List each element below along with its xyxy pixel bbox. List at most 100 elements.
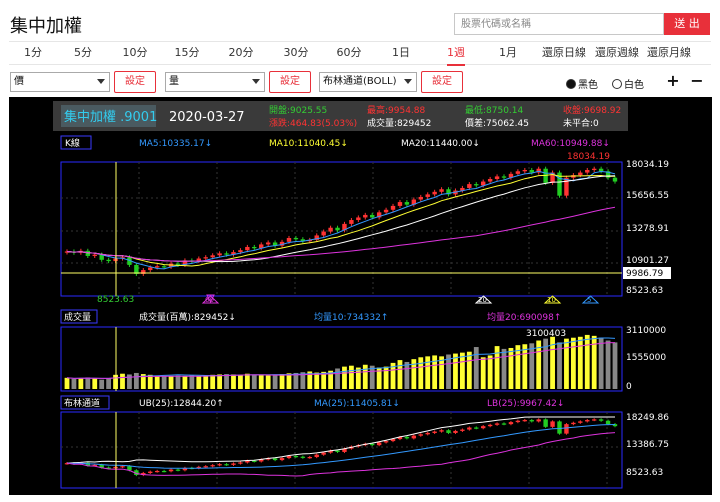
boll-candle-body (494, 423, 500, 425)
candle-body (175, 263, 181, 265)
price-tick: 15656.55 (626, 191, 669, 201)
zoom-out-button[interactable]: − (686, 70, 708, 92)
boll-candle-body (203, 466, 208, 468)
candle-body (425, 194, 430, 197)
candle-body (529, 170, 534, 173)
ma-marker-label: 60 (205, 296, 214, 304)
quote-date: 2020-03-27 (169, 110, 245, 125)
boll-candle-body (557, 421, 562, 434)
volume-bar (244, 373, 250, 389)
boll-candle-body (286, 456, 292, 459)
ma-marker-label: 5 (587, 296, 591, 304)
boll-candle-body (161, 470, 167, 473)
ma5-value: MA5:10335.17↓ (139, 139, 212, 149)
boll-candle-body (217, 464, 222, 466)
tab-11[interactable]: 還原週線 (595, 42, 639, 66)
submit-button[interactable]: 送 出 (664, 13, 710, 35)
volume-bar (85, 377, 91, 389)
tab-10[interactable]: 還原日線 (542, 42, 586, 66)
boll-candle-body (501, 423, 507, 425)
ma-line-20 (66, 175, 616, 263)
boll-tick: 18249.86 (626, 413, 669, 423)
chevron-down-icon (404, 79, 412, 84)
kline-panel (60, 161, 623, 297)
min-price-label: 8523.63 (97, 295, 134, 305)
volume-bar (154, 375, 160, 389)
volume-bar (529, 343, 535, 389)
boll-tick: 13386.75 (626, 440, 669, 450)
candle-body (474, 184, 479, 186)
boll-band-lb (66, 432, 616, 477)
boll-candle-body (321, 452, 326, 455)
theme-white-radio[interactable]: 白色 (612, 76, 644, 91)
tab-3[interactable]: 15分 (175, 42, 200, 66)
volume-bar (369, 365, 375, 389)
volume-bar (203, 375, 209, 389)
indicator-settings-button[interactable]: 設定 (421, 71, 463, 93)
stock-chart-app: 集中加權 送 出 1分5分10分15分20分30分60分1日1週1月還原日線還原… (0, 0, 720, 502)
boll-candle-body (550, 421, 555, 427)
chart-svg[interactable]: 集中加權 .9001 2020-03-27 開盤:9025.55 最高:9954… (9, 97, 712, 495)
volume-bar (161, 375, 167, 389)
theme-black-radio[interactable]: 黑色 (566, 76, 598, 91)
tab-12[interactable]: 還原月線 (647, 42, 691, 66)
candle-body (217, 253, 222, 256)
price-tick: 13278.91 (626, 224, 669, 234)
page-title: 集中加權 (10, 16, 82, 37)
candle-body (328, 227, 333, 232)
candle-body (321, 231, 326, 236)
search-input[interactable] (454, 13, 664, 35)
volume-tick: 0 (626, 382, 632, 392)
tab-7[interactable]: 1日 (392, 42, 410, 66)
price-settings-button[interactable]: 設定 (114, 71, 156, 93)
volume-bar (453, 353, 458, 389)
volume-bar (439, 356, 444, 389)
tab-2[interactable]: 10分 (123, 42, 148, 66)
volume-bar (355, 367, 361, 389)
tab-0[interactable]: 1分 (24, 42, 42, 66)
boll-candle-body (460, 429, 465, 431)
indicator-select-value: 布林通道(BOLL) (323, 76, 397, 87)
candle-body (432, 191, 437, 195)
volume-ma20: 均量20:690098↑ (487, 311, 561, 323)
boll-candle-body (481, 426, 486, 429)
indicator-select[interactable]: 布林通道(BOLL) (319, 72, 417, 92)
boll-candle-body (383, 441, 389, 443)
volume-bar (106, 377, 112, 389)
chart-area[interactable]: 集中加權 .9001 2020-03-27 開盤:9025.55 最高:9954… (9, 97, 712, 495)
volume-bar (349, 365, 354, 389)
candle-body (363, 214, 368, 218)
volume-bar (251, 374, 257, 389)
volume-select[interactable]: 量 (165, 72, 265, 92)
price-tick: 18034.19 (626, 160, 669, 170)
volume-settings-button[interactable]: 設定 (269, 71, 311, 93)
period-tabs: 1分 5分 10分 15分 20分 30分 60分 1日 1週 1月 還原日線 還原週線 還原月線 (9, 41, 711, 66)
candle-body (585, 170, 590, 173)
ma20-value: MA20:11440.00↓ (401, 139, 480, 149)
kline-label: K線 (65, 137, 80, 149)
candle-body (92, 254, 97, 256)
candle-body (210, 255, 215, 258)
volume-ma10: 均量10:734332↑ (314, 311, 388, 323)
tab-5[interactable]: 30分 (284, 42, 309, 66)
tab-4[interactable]: 20分 (229, 42, 254, 66)
tab-9[interactable]: 1月 (499, 42, 517, 66)
boll-candle-body (210, 465, 215, 467)
boll-candle-body (272, 458, 278, 461)
price-select[interactable]: 價 (10, 72, 110, 92)
candle-body (265, 242, 271, 245)
volume-tick: 1555000 (626, 353, 666, 363)
candle-body (85, 250, 91, 256)
boll-candle-body (314, 454, 319, 458)
kline-grid (61, 162, 622, 296)
boll-candle-body (293, 456, 299, 458)
kline-moving-averages (66, 170, 616, 270)
tab-8[interactable]: 1週 (447, 42, 465, 66)
boll-candle-body (411, 435, 417, 439)
candle-body (238, 250, 243, 253)
boll-candle-body (175, 469, 181, 471)
tab-1[interactable]: 5分 (74, 42, 92, 66)
volume-bar (598, 337, 604, 389)
tab-6[interactable]: 60分 (337, 42, 362, 66)
zoom-in-button[interactable]: + (662, 70, 684, 92)
